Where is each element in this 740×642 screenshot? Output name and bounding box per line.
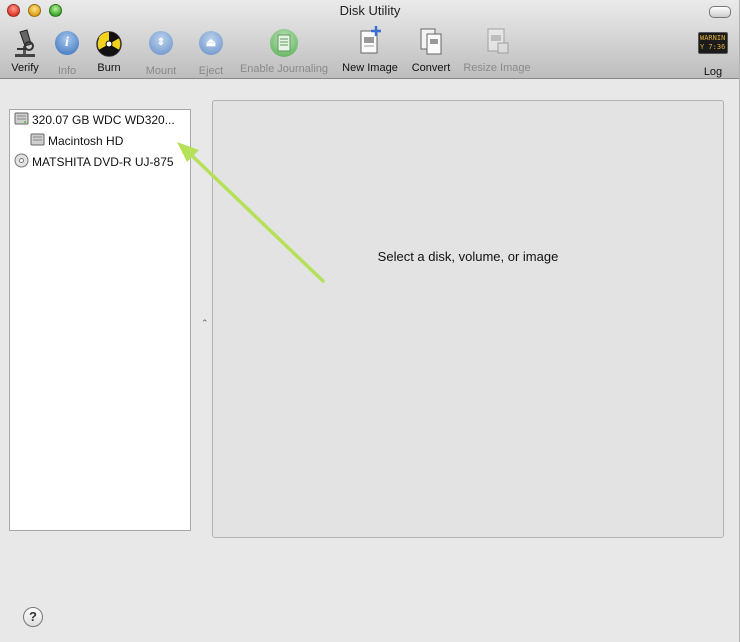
toolbar: Disk Utility Verify i Info Burn ⇕ Mount … (0, 0, 739, 79)
burn-button[interactable]: Burn (94, 28, 124, 74)
detail-panel: Select a disk, volume, or image (212, 100, 724, 538)
new-image-button[interactable]: New Image (340, 26, 400, 74)
hard-disk-icon (14, 111, 29, 129)
sidebar-item-label: 320.07 GB WDC WD320... (32, 113, 175, 127)
journaling-icon (236, 29, 332, 59)
convert-button[interactable]: Convert (408, 28, 454, 74)
eject-button[interactable]: ⏏ Eject (196, 28, 226, 77)
info-label: Info (57, 65, 77, 77)
sidebar-item-label: Macintosh HD (48, 134, 124, 148)
sidebar-item-label: MATSHITA DVD-R UJ-875 (32, 155, 174, 169)
enable-journaling-label: Enable Journaling (239, 63, 329, 75)
volume-icon (30, 132, 45, 150)
info-icon: i (52, 31, 82, 61)
resize-image-button[interactable]: Resize Image (460, 28, 534, 74)
info-button[interactable]: i Info (52, 28, 82, 77)
mount-label: Mount (145, 65, 177, 77)
disk-list-sidebar[interactable]: 320.07 GB WDC WD320... Macintosh HD MATS… (9, 109, 191, 531)
empty-state-message: Select a disk, volume, or image (377, 249, 559, 264)
disk-utility-window: Disk Utility Verify i Info Burn ⇕ Mount … (0, 0, 740, 642)
log-icon: WARNIN Y 7:36 (696, 32, 730, 62)
eject-icon: ⏏ (196, 31, 226, 61)
microscope-icon (6, 28, 44, 58)
toolbar-toggle-button[interactable] (709, 6, 731, 18)
eject-label: Eject (198, 65, 224, 77)
mount-button[interactable]: ⇕ Mount (142, 28, 180, 77)
window-title: Disk Utility (339, 3, 401, 18)
verify-label: Verify (11, 62, 39, 74)
log-icon-text: WARNIN (700, 34, 726, 42)
split-view-handle[interactable]: ⌃ (201, 318, 209, 329)
convert-label: Convert (411, 62, 451, 74)
mount-icon: ⇕ (142, 31, 180, 61)
new-image-icon (340, 26, 400, 58)
log-label: Log (703, 66, 723, 78)
sidebar-item-macintosh-hd[interactable]: Macintosh HD (30, 131, 123, 151)
help-button[interactable]: ? (23, 607, 43, 627)
sidebar-item-disk[interactable]: 320.07 GB WDC WD320... (14, 110, 175, 130)
new-image-label: New Image (342, 62, 398, 74)
convert-icon (408, 28, 454, 58)
burn-icon (94, 28, 124, 58)
enable-journaling-button[interactable]: Enable Journaling (236, 28, 332, 75)
burn-label: Burn (97, 62, 121, 74)
optical-disc-icon (14, 153, 29, 171)
resize-image-label: Resize Image (463, 62, 531, 74)
log-button[interactable]: WARNIN Y 7:36 Log (696, 28, 730, 78)
resize-image-icon (460, 28, 534, 58)
log-icon-text2: Y 7:36 (700, 43, 726, 51)
verify-button[interactable]: Verify (6, 28, 44, 74)
sidebar-item-dvd-drive[interactable]: MATSHITA DVD-R UJ-875 (14, 152, 174, 172)
